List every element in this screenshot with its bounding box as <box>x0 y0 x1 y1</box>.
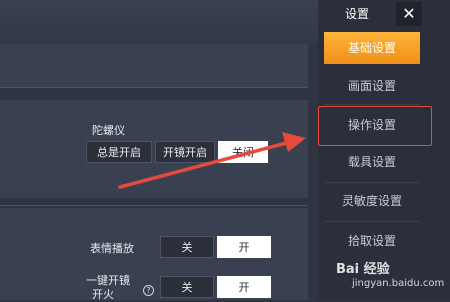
annotation-arrow-icon <box>118 132 306 189</box>
watermark-logo: Bai 经验 <box>336 262 390 277</box>
watermark-url: jingyan.baidu.com <box>352 278 445 289</box>
